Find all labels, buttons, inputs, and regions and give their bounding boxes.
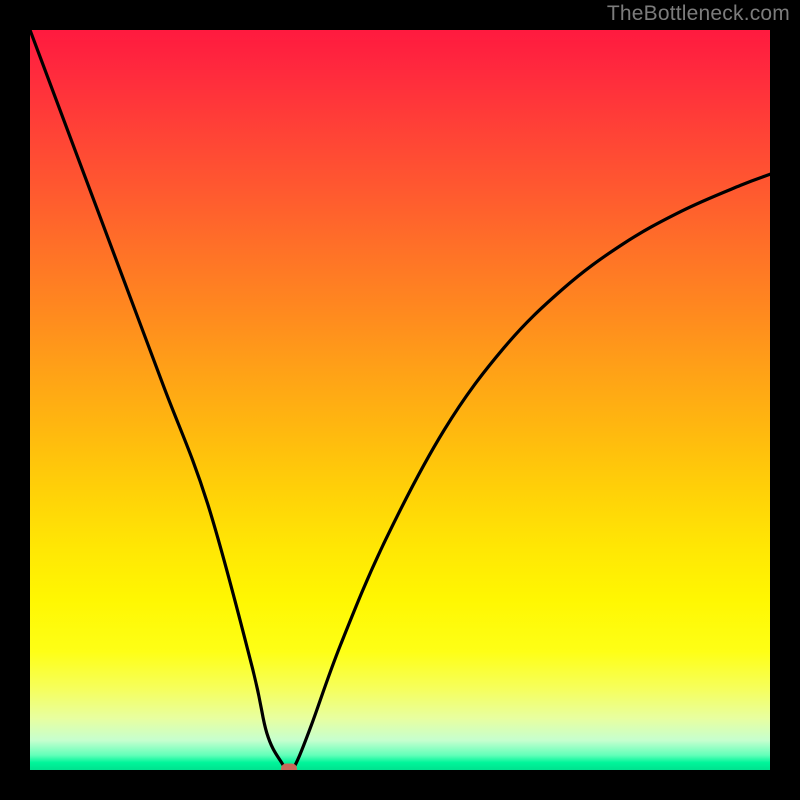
watermark-text: TheBottleneck.com [607,2,790,26]
plot-area [30,30,770,770]
curve-svg [30,30,770,770]
optimal-point-marker [281,764,297,771]
bottleneck-curve-path [30,30,770,770]
chart-frame: TheBottleneck.com [0,0,800,800]
